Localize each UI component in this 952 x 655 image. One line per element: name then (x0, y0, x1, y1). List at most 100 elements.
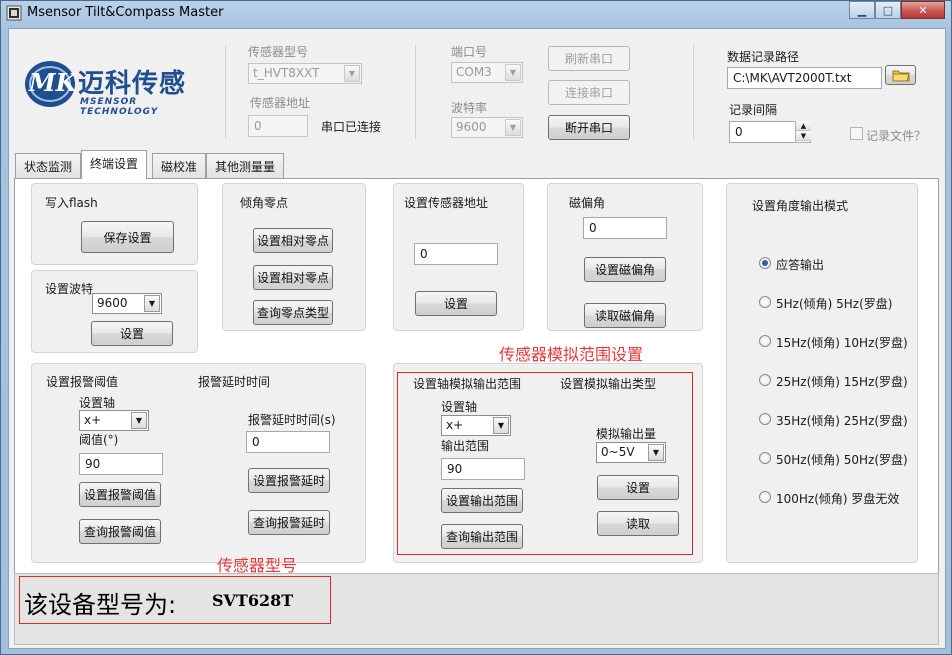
alarm-group: 设置报警阈值 设置轴 x+ ▼ 阈值(°) 90 设置报警阈值 查询报警阈值 报… (31, 363, 366, 563)
output-mode-option-label[interactable]: 25Hz(倾角) 15Hz(罗盘) (776, 373, 908, 390)
sensor-model-select[interactable]: t_HVT8XXT ▼ (248, 63, 362, 84)
record-file-label: 记录文件？ (866, 129, 927, 143)
set-address-button[interactable]: 设置 (415, 291, 497, 316)
analog-axis-select[interactable]: x+ ▼ (441, 415, 511, 436)
analog-output-label: 模拟输出量 (596, 427, 657, 441)
company-logo: MK 迈科传感 MSENSOR TECHNOLOGY (23, 59, 213, 119)
output-mode-option-label[interactable]: 5Hz(倾角) 5Hz(罗盘) (776, 295, 892, 312)
declination-title: 磁偏角 (569, 196, 606, 210)
read-analog-type-button[interactable]: 读取 (597, 511, 679, 536)
baud-rate-label: 波特率 (451, 101, 488, 115)
model-annotation: 传感器型号 (217, 556, 298, 575)
query-zero-type-button[interactable]: 查询零点类型 (253, 300, 333, 325)
output-mode-radio[interactable] (759, 491, 771, 503)
interval-spinner[interactable]: ▲ ▼ (795, 121, 811, 143)
tab-status-monitor[interactable]: 状态监测 (15, 153, 82, 178)
output-mode-option-label[interactable]: 15Hz(倾角) 10Hz(罗盘) (776, 334, 908, 351)
tilt-zero-group: 倾角零点 设置相对零点 设置相对零点 查询零点类型 (222, 183, 366, 331)
threshold-label: 阈值(°) (79, 433, 119, 447)
sensor-address-title: 设置传感器地址 (404, 196, 489, 210)
minimize-button[interactable]: ▁ (849, 1, 875, 19)
output-mode-radio[interactable] (759, 413, 771, 425)
separator (225, 45, 226, 139)
flash-title: 写入flash (45, 196, 98, 210)
analog-range-highlight: 设置轴模拟输出范围 设置轴 x+ ▼ 输出范围 90 设置输出范围 查询输出范围… (397, 372, 693, 555)
connection-status: 串口已连接 (321, 120, 382, 134)
logo-cn-text: 迈科传感 (78, 69, 187, 99)
output-mode-radio[interactable] (759, 374, 771, 386)
record-file-checkbox[interactable] (850, 127, 863, 140)
output-mode-option-label[interactable]: 35Hz(倾角) 25Hz(罗盘) (776, 412, 908, 429)
chevron-down-icon: ▼ (344, 65, 360, 82)
spin-up-icon[interactable]: ▲ (796, 121, 811, 131)
analog-type-title: 设置模拟输出类型 (560, 377, 657, 391)
declination-group: 磁偏角 0 设置磁偏角 读取磁偏角 (547, 183, 703, 331)
baud-select[interactable]: 9600 ▼ (92, 293, 162, 314)
port-select[interactable]: COM3 ▼ (451, 62, 523, 83)
alarm-delay-label: 报警延时时间(s) (248, 413, 336, 427)
baud-value: 9600 (97, 296, 128, 310)
disconnect-port-button[interactable]: 断开串口 (548, 115, 630, 140)
alarm-axis-select[interactable]: x+ ▼ (79, 410, 149, 431)
output-range-input[interactable]: 90 (441, 458, 525, 480)
browse-folder-button[interactable] (885, 65, 916, 85)
spin-down-icon[interactable]: ▼ (796, 131, 811, 141)
read-declination-button[interactable]: 读取磁偏角 (584, 303, 666, 328)
logo-en-text: MSENSOR TECHNOLOGY (80, 97, 159, 117)
status-area: 传感器型号 该设备型号为: SVT628T (14, 556, 939, 645)
output-mode-option-label[interactable]: 应答输出 (776, 256, 824, 273)
set-declination-button[interactable]: 设置磁偏角 (584, 257, 666, 282)
set-output-range-button[interactable]: 设置输出范围 (441, 488, 523, 513)
query-alarm-delay-button[interactable]: 查询报警延时 (248, 510, 330, 535)
set-relative-zero-button-2[interactable]: 设置相对零点 (253, 265, 333, 290)
baud-rate-value: 9600 (456, 120, 487, 134)
analog-range-title: 设置轴模拟输出范围 (413, 377, 522, 391)
threshold-input[interactable]: 90 (79, 453, 163, 475)
alarm-delay-input[interactable]: 0 (246, 431, 330, 453)
output-mode-title: 设置角度输出模式 (752, 199, 849, 213)
record-interval-label: 记录间隔 (729, 103, 778, 117)
output-mode-option-label[interactable]: 50Hz(倾角) 50Hz(罗盘) (776, 451, 908, 468)
connect-port-button[interactable]: 连接串口 (548, 80, 630, 105)
maximize-button[interactable]: □ (875, 1, 901, 19)
analog-output-value: 0~5V (601, 445, 635, 459)
tab-other-measurements[interactable]: 其他测量量 (206, 153, 285, 178)
tab-terminal-settings[interactable]: 终端设置 (81, 150, 148, 179)
output-mode-group: 设置角度输出模式 应答输出 5Hz(倾角) 5Hz(罗盘) 15Hz(倾角) 10H… (726, 183, 918, 563)
output-mode-radio[interactable] (759, 335, 771, 347)
chevron-down-icon: ▼ (505, 64, 521, 81)
log-path-field[interactable]: C:\MK\AVT2000T.txt (727, 67, 882, 89)
sensor-address-group: 设置传感器地址 0 设置 (393, 183, 524, 331)
output-mode-radio[interactable] (759, 452, 771, 464)
sensor-model-label: 传感器型号 (248, 45, 309, 59)
save-settings-button[interactable]: 保存设置 (81, 221, 174, 253)
baud-rate-select[interactable]: 9600 ▼ (451, 117, 523, 138)
query-output-range-button[interactable]: 查询输出范围 (441, 524, 523, 549)
sensor-address-input[interactable]: 0 (414, 243, 498, 265)
declination-input[interactable]: 0 (583, 217, 667, 239)
alarm-axis-value: x+ (84, 413, 102, 427)
set-alarm-threshold-button[interactable]: 设置报警阈值 (79, 482, 161, 507)
close-button[interactable]: ✕ (901, 1, 945, 19)
alarm-threshold-title: 设置报警阈值 (46, 375, 119, 389)
analog-range-annotation: 传感器模拟范围设置 (499, 345, 644, 364)
analog-axis-value: x+ (446, 418, 464, 432)
chevron-down-icon: ▼ (493, 417, 509, 434)
set-analog-type-button[interactable]: 设置 (597, 475, 679, 500)
set-baud-button[interactable]: 设置 (91, 321, 173, 346)
output-mode-radio[interactable] (759, 257, 771, 269)
chevron-down-icon: ▼ (144, 295, 160, 312)
tab-mag-calibration[interactable]: 磁校准 (152, 153, 207, 178)
folder-icon (892, 70, 910, 81)
sensor-address-field[interactable]: 0 (248, 115, 308, 137)
output-range-label: 输出范围 (441, 439, 490, 453)
output-mode-radio[interactable] (759, 296, 771, 308)
chevron-down-icon: ▼ (505, 119, 521, 136)
output-mode-option-label[interactable]: 100Hz(倾角) 罗盘无效 (776, 490, 899, 507)
set-relative-zero-button-1[interactable]: 设置相对零点 (253, 228, 333, 253)
analog-output-select[interactable]: 0~5V ▼ (596, 442, 666, 463)
refresh-port-button[interactable]: 刷新串口 (548, 46, 630, 71)
separator (693, 45, 694, 139)
set-alarm-delay-button[interactable]: 设置报警延时 (248, 468, 330, 493)
query-alarm-threshold-button[interactable]: 查询报警阈值 (79, 519, 161, 544)
